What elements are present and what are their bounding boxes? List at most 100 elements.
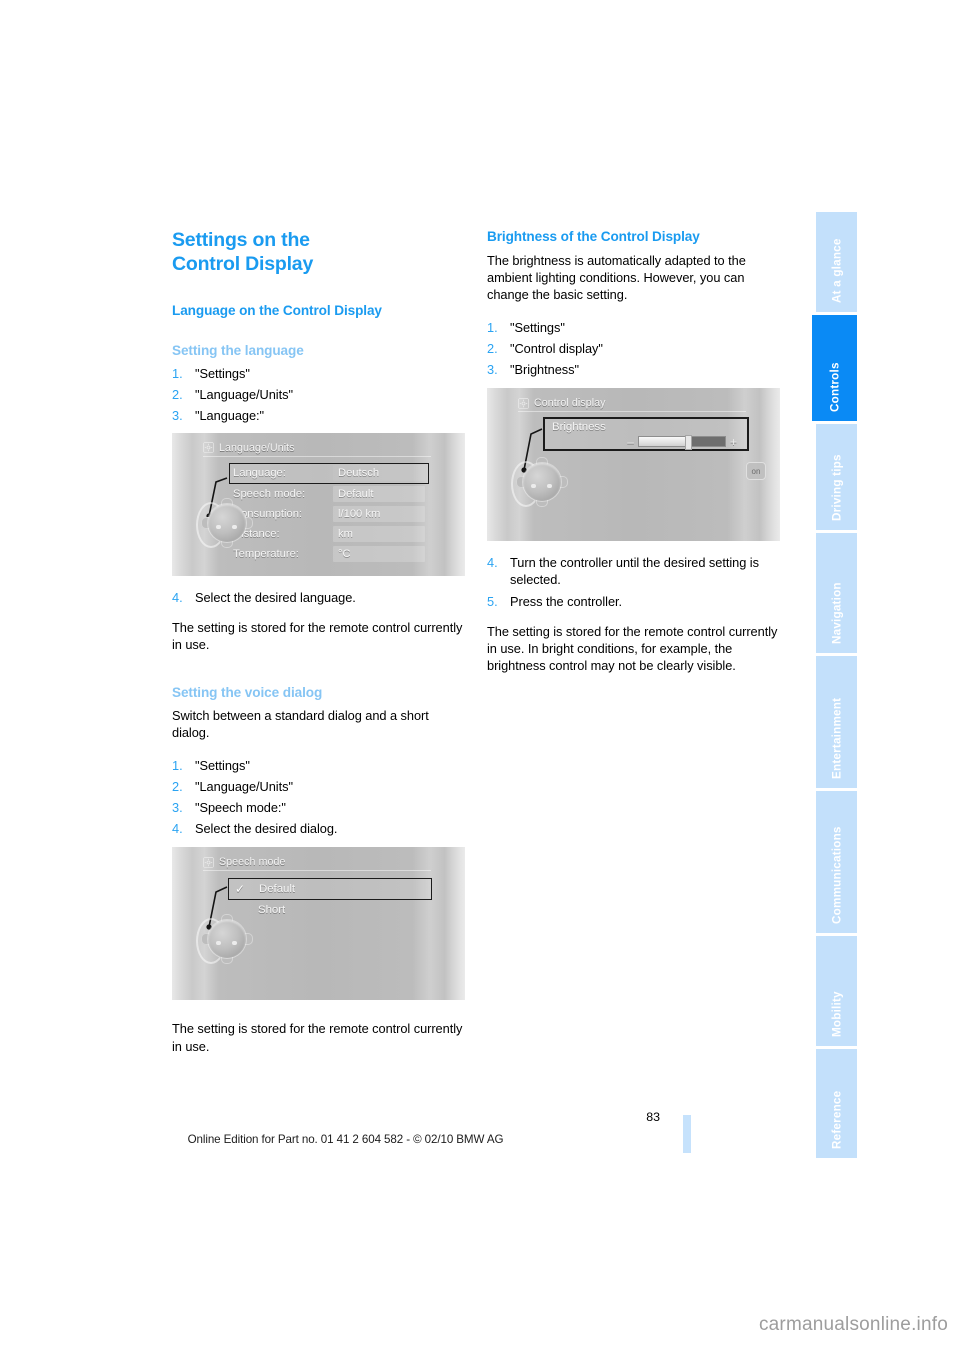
step-number: 1. (172, 366, 183, 381)
menu-row-distance: Distance: km (229, 525, 429, 544)
idrive-controller-knob (511, 457, 568, 508)
sidebar-item-entertainment[interactable]: Entertainment (816, 656, 857, 788)
steps-list-setting-language-cont: 4. Select the desired language. (172, 589, 465, 606)
subsection-heading-voice-dialog: Setting the voice dialog (172, 685, 323, 701)
menu-row-value-box: km (333, 526, 425, 543)
knob-dot (216, 941, 221, 946)
list-item: 2. "Control display" (487, 340, 780, 357)
menu-row-value: Default (338, 488, 374, 501)
figure-title: Speech mode (219, 856, 286, 869)
note-language-storage: The setting is stored for the remote con… (172, 619, 463, 653)
step-number: 4. (172, 589, 183, 605)
sidebar-item-label: Reference (830, 1090, 843, 1149)
idrive-controller-knob (196, 914, 253, 965)
knob-dot (232, 941, 237, 946)
step-number: 3. (172, 800, 183, 816)
note-brightness-storage: The setting is stored for the remote con… (487, 623, 778, 674)
note-voice-dialog-storage: The setting is stored for the remote con… (172, 1021, 463, 1054)
step-number: 1. (487, 319, 498, 335)
menu-row-speech-mode: Speech mode: Default (229, 485, 429, 504)
step-text: "Speech mode:" (195, 800, 286, 816)
list-item: 2. "Language/Units" (172, 778, 465, 795)
list-item: 4. Select the desired language. (172, 589, 465, 606)
section-heading-language: Language on the Control Display (172, 303, 382, 318)
sidebar-item-reference[interactable]: Reference (816, 1049, 857, 1158)
subsection-heading-setting-language: Setting the language (172, 343, 304, 358)
footer-edition-note: Online Edition for Part no. 01 41 2 604 … (187, 1133, 504, 1146)
figure-language-units-screen: Language/Units Language: Deutsch Speech … (172, 432, 465, 576)
step-number: 4. (487, 555, 498, 571)
figure-control-display-screen: Control display Brightness – + on (487, 388, 780, 542)
step-text: Press the controller. (510, 593, 623, 609)
menu-list: Language: Deutsch Speech mode: Default C… (229, 462, 429, 565)
knob-dot (232, 524, 237, 529)
step-text: "Language/Units" (195, 778, 293, 794)
page-title: Settings on the Control Display (172, 228, 465, 276)
sidebar-item-navigation[interactable]: Navigation (816, 533, 857, 653)
list-item: 5. Press the controller. (487, 593, 780, 610)
page-title-line-2: Control Display (172, 253, 314, 275)
figure-title: Control display (534, 397, 606, 410)
sidebar-item-label: Mobility (830, 991, 843, 1037)
knob-ring (523, 463, 561, 502)
option-row-default: ✓ Default (228, 878, 432, 901)
knob-ring (208, 503, 246, 542)
figure-titlebar: Control display (518, 395, 746, 413)
list-item: 1. "Settings" (172, 757, 465, 774)
sidebar-item-controls[interactable]: Controls (812, 315, 857, 421)
step-text: "Control display" (510, 340, 603, 356)
figure-title: Language/Units (219, 441, 295, 454)
sidebar-item-label: Navigation (830, 582, 843, 644)
right-column: Brightness of the Control Display The br… (487, 228, 780, 678)
menu-row-value: °C (338, 548, 351, 561)
step-number: 2. (487, 340, 498, 356)
knob-dot (547, 484, 552, 489)
knob-ring (208, 920, 246, 959)
minus-icon: – (627, 434, 634, 449)
step-text: "Language/Units" (195, 387, 293, 403)
step-text: Select the desired language. (195, 589, 356, 605)
menu-row-consumption: Consumption: l/100 km (229, 505, 429, 524)
chapter-tab-rail: At a glance Controls Driving tips Naviga… (812, 212, 857, 1158)
step-text: "Settings" (195, 366, 250, 381)
sidebar-item-communications[interactable]: Communications (816, 791, 857, 933)
sidebar-item-mobility[interactable]: Mobility (816, 936, 857, 1046)
menu-row-value-box: Deutsch (333, 465, 425, 482)
checkmark-icon: ✓ (235, 882, 246, 897)
gear-icon (203, 442, 214, 454)
gear-icon (518, 397, 529, 409)
brightness-slider: – + (552, 434, 741, 451)
menu-row-value: Deutsch (338, 467, 380, 480)
step-number: 3. (487, 362, 498, 378)
intro-brightness: The brightness is automatically adapted … (487, 253, 746, 303)
sidebar-item-label: At a glance (830, 238, 843, 303)
menu-row-value-box: Default (333, 486, 425, 503)
sidebar-item-at-a-glance[interactable]: At a glance (816, 212, 857, 312)
list-item: 1. "Settings" (172, 365, 465, 382)
steps-list-brightness: 1. "Settings" 2. "Control display" 3. "B… (487, 319, 780, 379)
steps-list-voice-dialog: 1. "Settings" 2. "Language/Units" 3. "Sp… (172, 757, 465, 838)
slider-track (637, 435, 726, 451)
sidebar-item-driving-tips[interactable]: Driving tips (816, 424, 857, 530)
gear-icon (203, 856, 214, 868)
step-number: 2. (172, 387, 183, 403)
menu-row-temperature: Temperature: °C (229, 545, 429, 564)
list-item: 4. Turn the controller until the desired… (487, 554, 780, 588)
page-title-line-1: Settings on the (172, 229, 310, 251)
step-text: "Settings" (510, 319, 565, 335)
step-number: 2. (172, 778, 183, 794)
sidebar-item-label: Communications (830, 826, 843, 924)
step-number: 4. (172, 821, 183, 837)
steps-list-brightness-cont: 4. Turn the controller until the desired… (487, 554, 780, 610)
manual-page: Settings on the Control Display Language… (0, 0, 960, 1358)
option-label: Short (258, 904, 286, 917)
step-number: 3. (172, 408, 183, 424)
option-row-short: Short (228, 900, 432, 920)
step-text: "Language:" (195, 408, 265, 424)
menu-row-value: km (338, 528, 353, 541)
page-number: 83 (646, 1110, 660, 1124)
list-item: 4. Select the desired dialog. (172, 820, 465, 837)
figure-titlebar: Speech mode (203, 854, 431, 872)
